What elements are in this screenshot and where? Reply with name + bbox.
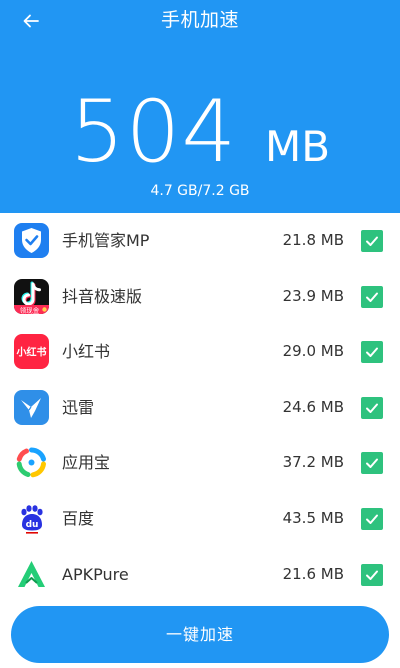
app-size: 37.2 MB bbox=[282, 453, 344, 472]
check-icon bbox=[366, 347, 378, 358]
douyin-badge: 领现金 bbox=[20, 305, 40, 314]
freeable-value: 504 bbox=[69, 82, 238, 182]
xunlei-icon bbox=[14, 389, 49, 425]
app-size: 23.9 MB bbox=[282, 286, 344, 305]
check-icon bbox=[366, 458, 378, 469]
check-icon bbox=[366, 403, 378, 413]
app-name: 手机管家MP bbox=[62, 231, 150, 250]
check-icon bbox=[366, 570, 378, 580]
select-checkbox[interactable] bbox=[361, 452, 383, 475]
app-size: 29.0 MB bbox=[282, 342, 344, 361]
list-item[interactable]: 小红书 小红书 29.0 MB bbox=[0, 324, 400, 380]
app-name: 应用宝 bbox=[62, 453, 111, 473]
list-item[interactable]: 迅雷 24.6 MB bbox=[0, 380, 400, 436]
app-name: 小红书 bbox=[62, 342, 111, 362]
xiaohongshu-label: 小红书 bbox=[16, 346, 47, 359]
check-icon bbox=[366, 236, 378, 246]
apkpure-icon bbox=[14, 556, 49, 592]
xiaohongshu-icon: 小红书 bbox=[14, 334, 49, 370]
list-item[interactable]: du 百度 43.5 MB bbox=[0, 491, 400, 547]
boost-button[interactable]: 一键加速 bbox=[11, 606, 389, 663]
yingyongbao-icon bbox=[14, 445, 49, 481]
app-name: 百度 bbox=[62, 508, 95, 528]
list-item[interactable]: 应用宝 37.2 MB bbox=[0, 435, 400, 491]
check-icon bbox=[366, 514, 378, 524]
select-checkbox[interactable] bbox=[361, 563, 383, 586]
app-size: 21.6 MB bbox=[282, 564, 344, 583]
select-checkbox[interactable] bbox=[361, 285, 383, 308]
app-name: 抖音极速版 bbox=[62, 286, 143, 306]
freeable-unit: MB bbox=[265, 122, 331, 171]
select-checkbox[interactable] bbox=[361, 341, 383, 364]
list-item[interactable]: APKPure 21.6 MB bbox=[0, 547, 400, 603]
header-panel: 手机加速 504 MB 4.7 GB/7.2 GB bbox=[0, 0, 400, 213]
list-item[interactable]: 领现金 抖音极速版 23.9 MB bbox=[0, 269, 400, 325]
select-checkbox[interactable] bbox=[361, 396, 383, 419]
app-size: 21.8 MB bbox=[282, 231, 344, 249]
phone-manager-icon bbox=[14, 223, 49, 258]
select-checkbox[interactable] bbox=[361, 507, 383, 530]
select-checkbox[interactable] bbox=[361, 230, 383, 252]
page-title: 手机加速 bbox=[160, 9, 239, 31]
check-icon bbox=[366, 292, 378, 302]
app-name: APKPure bbox=[62, 564, 129, 584]
app-size: 43.5 MB bbox=[282, 508, 344, 527]
app-size: 24.6 MB bbox=[282, 397, 344, 416]
baidu-label: du bbox=[26, 520, 39, 530]
douyin-icon: 领现金 bbox=[14, 278, 49, 314]
list-item[interactable]: 手机管家MP 21.8 MB bbox=[0, 213, 400, 269]
app-name: 迅雷 bbox=[62, 397, 95, 417]
app-list: 手机管家MP 21.8 MB 领现金 抖音极速版 23.9 MB 小红书 小红书… bbox=[0, 213, 400, 602]
memory-usage: 4.7 GB/7.2 GB bbox=[150, 183, 250, 199]
baidu-icon: du bbox=[14, 500, 49, 536]
